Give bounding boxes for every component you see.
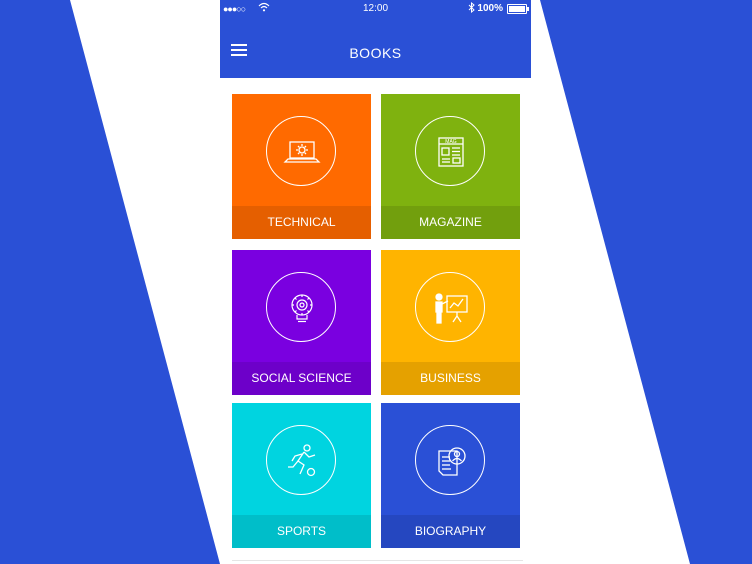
laptop-gear-icon xyxy=(266,116,336,186)
category-label: TECHNICAL xyxy=(232,206,371,239)
category-label: SPORTS xyxy=(232,515,371,548)
football-player-icon xyxy=(266,425,336,495)
app-bar: ●●●○○ 12:00 100% BOOKS xyxy=(220,0,531,78)
presentation-icon xyxy=(415,272,485,342)
category-tile-biography[interactable]: BIOGRAPHY xyxy=(381,403,520,548)
document-profile-icon xyxy=(415,425,485,495)
category-tile-business[interactable]: BUSINESS xyxy=(381,250,520,395)
magazine-icon-text: MAG xyxy=(445,139,457,145)
category-tile-social-science[interactable]: SOCIAL SCIENCE xyxy=(232,250,371,395)
lightbulb-gear-icon xyxy=(266,272,336,342)
battery-percent: 100% xyxy=(477,3,503,14)
newspaper-icon: MAG xyxy=(415,116,485,186)
category-tile-magazine[interactable]: MAG MAGAZINE xyxy=(381,94,520,239)
battery-icon xyxy=(507,4,529,14)
divider xyxy=(232,560,523,561)
category-tile-technical[interactable]: TECHNICAL xyxy=(232,94,371,239)
phone-screen: ●●●○○ 12:00 100% BOOKS TECHNICAL MAG MAG… xyxy=(220,0,531,564)
category-label: BIOGRAPHY xyxy=(381,515,520,548)
status-bar: ●●●○○ 12:00 100% xyxy=(220,0,531,18)
category-label: MAGAZINE xyxy=(381,206,520,239)
page-title: BOOKS xyxy=(349,45,402,61)
category-tile-sports[interactable]: SPORTS xyxy=(232,403,371,548)
bluetooth-icon xyxy=(468,2,475,13)
category-label: BUSINESS xyxy=(381,362,520,395)
category-label: SOCIAL SCIENCE xyxy=(232,362,371,395)
